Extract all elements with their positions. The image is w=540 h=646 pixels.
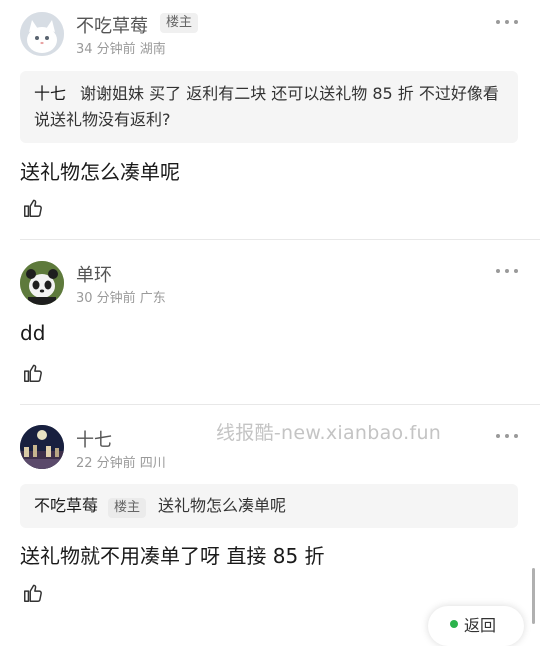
user-avatar[interactable] bbox=[20, 261, 64, 305]
scrollbar[interactable] bbox=[532, 568, 535, 624]
panda-avatar-icon bbox=[20, 261, 64, 305]
author-name[interactable]: 不吃草莓 bbox=[76, 12, 148, 38]
quoted-text: 谢谢姐妹 买了 返利有二块 还可以送礼物 85 折 不过好像看说送礼物没有返利? bbox=[34, 84, 499, 129]
author-name[interactable]: 十七 bbox=[76, 426, 112, 452]
divider bbox=[20, 239, 540, 240]
quoted-author: 不吃草莓 bbox=[34, 496, 99, 515]
thumbs-up-icon[interactable] bbox=[22, 362, 44, 384]
comment-meta: 30 分钟前 广东 bbox=[76, 291, 166, 306]
op-badge: 楼主 bbox=[108, 498, 147, 518]
quoted-text: 送礼物怎么凑单呢 bbox=[158, 496, 287, 515]
back-button[interactable]: 返回 bbox=[428, 606, 524, 646]
more-options-icon[interactable] bbox=[496, 268, 518, 274]
user-avatar[interactable] bbox=[20, 425, 64, 469]
status-dot-icon bbox=[450, 620, 458, 628]
quoted-reply[interactable]: 不吃草莓 楼主 送礼物怎么凑单呢 bbox=[20, 484, 518, 528]
comment-text: 送礼物怎么凑单呢 bbox=[20, 160, 180, 184]
comment-meta: 22 分钟前 四川 bbox=[76, 456, 166, 471]
comment-meta: 34 分钟前 湖南 bbox=[76, 42, 166, 57]
op-badge: 楼主 bbox=[160, 13, 199, 33]
user-avatar[interactable] bbox=[20, 12, 64, 56]
quoted-reply[interactable]: 十七 谢谢姐妹 买了 返利有二块 还可以送礼物 85 折 不过好像看说送礼物没有返… bbox=[20, 71, 518, 143]
comment-text: dd bbox=[20, 321, 46, 345]
site-watermark: 线报酷-new.xianbao.fun bbox=[216, 422, 442, 444]
comment-text: 送礼物就不用凑单了呀 直接 85 折 bbox=[20, 544, 325, 568]
author-name[interactable]: 单环 bbox=[76, 261, 112, 287]
quoted-author: 十七 bbox=[34, 84, 67, 103]
white-cat-avatar-icon bbox=[20, 12, 64, 56]
night-scene-avatar-icon bbox=[20, 425, 64, 469]
back-button-label: 返回 bbox=[464, 616, 497, 635]
more-options-icon[interactable] bbox=[496, 433, 518, 439]
divider bbox=[20, 404, 540, 405]
more-options-icon[interactable] bbox=[496, 19, 518, 25]
thumbs-up-icon[interactable] bbox=[22, 582, 44, 604]
thumbs-up-icon[interactable] bbox=[22, 197, 44, 219]
